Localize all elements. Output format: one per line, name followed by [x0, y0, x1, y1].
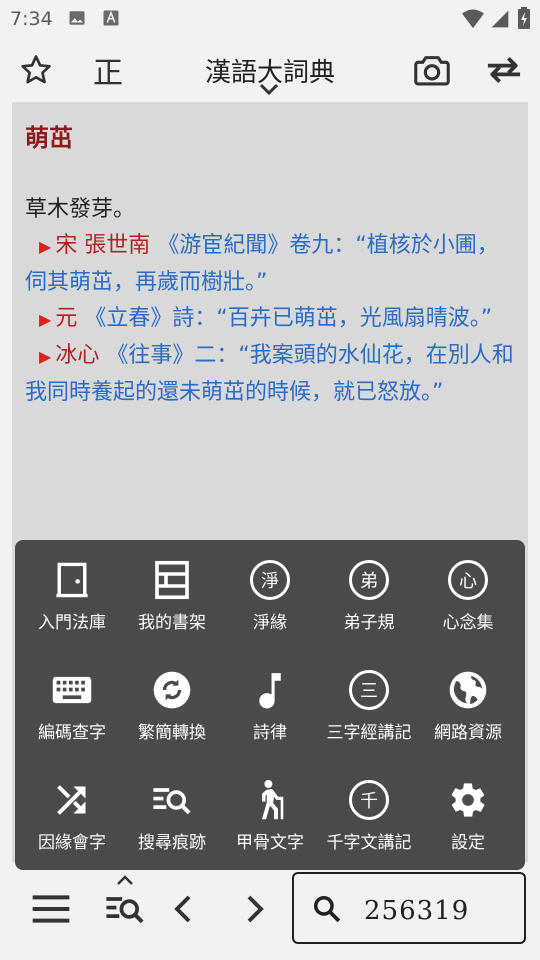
- citation: ▶ 元 《立春》詩：“百卉已萌茁，光風扇晴波。”: [25, 301, 515, 338]
- chevron-up-icon[interactable]: [116, 874, 134, 886]
- citation-quote: 《立春》詩：“百卉已萌茁，光風扇晴波。”: [84, 306, 493, 331]
- menu-item-convert[interactable]: 繁簡轉換: [122, 650, 222, 750]
- citation-source[interactable]: 宋 張世南: [55, 233, 150, 258]
- keyboard-icon: [52, 676, 92, 704]
- menu-item-sanzijing[interactable]: 三 三字經講記: [319, 650, 419, 750]
- menu-item-search-history[interactable]: 搜尋痕跡: [122, 760, 222, 860]
- swap-button[interactable]: [482, 48, 526, 92]
- text-notification-icon: [103, 10, 119, 26]
- menu-item-label: 心念集: [442, 613, 494, 633]
- correct-label: 正: [93, 56, 123, 91]
- bookshelf-icon: [155, 560, 189, 600]
- search-history-icon: [153, 788, 191, 815]
- menu-item-intro-library[interactable]: 入門法庫: [22, 540, 122, 640]
- xin-circle-icon: 心: [448, 560, 488, 600]
- previous-button[interactable]: [158, 884, 208, 934]
- correct-button[interactable]: 正: [86, 48, 130, 92]
- definition-text: 草木發芽。: [25, 197, 136, 222]
- citation: ▶ 冰心 《往事》二：“我案頭的水仙花，在別人和我同時養起的還未萌茁的時候，就已怒…: [25, 338, 515, 411]
- play-marker-icon[interactable]: ▶: [39, 347, 51, 366]
- search-icon[interactable]: [312, 894, 342, 924]
- camera-icon: [414, 56, 450, 86]
- menu-item-dizigui[interactable]: 弟 弟子規: [319, 540, 419, 640]
- gear-icon: [451, 783, 485, 817]
- wifi-icon: [462, 9, 484, 29]
- menu-item-code-lookup[interactable]: 編碼查字: [22, 650, 122, 750]
- search-history-button[interactable]: [100, 884, 150, 934]
- jing-circle-icon: 淨: [250, 560, 290, 600]
- music-note-icon: [259, 673, 281, 709]
- san-circle-icon: 三: [349, 670, 389, 710]
- globe-icon: [449, 671, 487, 709]
- bottom-bar: [0, 870, 540, 960]
- citation-quote: 《往事》二：“我案頭的水仙花，在別人和我同時養起的還未萌茁的時候，就已怒放。”: [25, 343, 514, 405]
- menu-item-web-resources[interactable]: 網路資源: [418, 650, 518, 750]
- hamburger-icon: [32, 895, 70, 923]
- menu-item-jingyuan[interactable]: 淨 淨緣: [220, 540, 320, 640]
- menu-item-label: 網路資源: [434, 723, 502, 743]
- headword: 萌茁: [25, 124, 73, 152]
- citation-source[interactable]: 冰心: [55, 343, 99, 368]
- menu-item-bookshelf[interactable]: 我的書架: [122, 540, 222, 640]
- di-circle-icon: 弟: [349, 560, 389, 600]
- chevron-left-icon: [174, 895, 191, 923]
- search-history-icon: [106, 897, 144, 924]
- battery-charging-icon: [518, 7, 530, 29]
- menu-item-oracle-bone[interactable]: 甲骨文字: [220, 760, 320, 860]
- hiker-icon: [262, 780, 284, 820]
- qian-circle-icon: 千: [349, 780, 389, 820]
- status-bar: 7:34: [0, 0, 540, 36]
- citation: ▶ 宋 張世南 《游宦紀聞》卷九：“植核於小圃，伺其萌茁，再歲而樹壯。”: [25, 228, 515, 301]
- signal-icon: [491, 10, 509, 28]
- menu-toggle-button[interactable]: [26, 884, 76, 934]
- play-marker-icon[interactable]: ▶: [39, 310, 51, 329]
- sync-icon: [153, 671, 191, 709]
- menu-item-poetry-rules[interactable]: 詩律: [220, 650, 320, 750]
- app-bar: 正 漢語大詞典: [0, 36, 540, 102]
- menu-item-label: 設定: [451, 833, 485, 853]
- citation-source[interactable]: 元: [55, 306, 77, 331]
- chevron-down-icon[interactable]: [258, 82, 280, 96]
- menu-item-settings[interactable]: 設定: [418, 760, 518, 860]
- door-icon: [56, 562, 88, 598]
- status-time: 7:34: [10, 8, 53, 30]
- chevron-right-icon: [247, 895, 264, 923]
- next-button[interactable]: [230, 884, 280, 934]
- menu-item-qianziwen[interactable]: 千 千字文講記: [319, 760, 419, 860]
- search-box[interactable]: [292, 872, 526, 944]
- feature-menu: 入門法庫 我的書架 淨 淨緣 弟 弟子規 心 心念集 編碼查字 繁簡轉換 詩律 …: [15, 540, 525, 870]
- menu-item-random-char[interactable]: 因緣會字: [22, 760, 122, 860]
- image-notification-icon: [69, 11, 85, 25]
- swap-arrows-icon: [487, 56, 521, 84]
- camera-button[interactable]: [410, 48, 454, 92]
- menu-item-xinnianji[interactable]: 心 心念集: [418, 540, 518, 640]
- definition-block: 草木發芽。 ▶ 宋 張世南 《游宦紀聞》卷九：“植核於小圃，伺其萌茁，再歲而樹壯。…: [25, 192, 515, 411]
- star-icon: [21, 55, 51, 84]
- search-input[interactable]: [362, 888, 516, 934]
- shuffle-icon: [57, 785, 86, 815]
- favorite-button[interactable]: [14, 48, 58, 92]
- play-marker-icon[interactable]: ▶: [39, 237, 51, 256]
